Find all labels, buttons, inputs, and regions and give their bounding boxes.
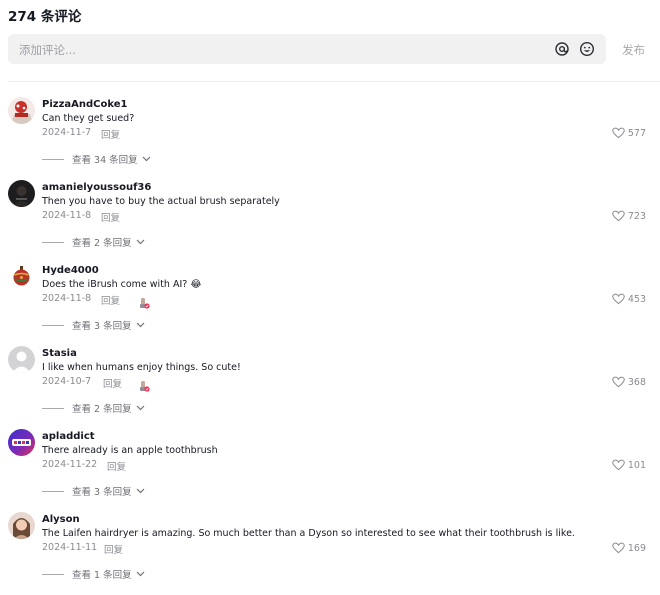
heart-icon <box>612 459 625 471</box>
view-replies-button[interactable]: 查看 3 条回复 <box>42 318 145 332</box>
like-count: 101 <box>627 459 646 471</box>
comment-text: I like when humans enjoy things. So cute… <box>42 362 241 373</box>
view-replies-button[interactable]: 查看 1 条回复 <box>42 567 145 581</box>
comment-text: Does the iBrush come with AI? 😂 <box>42 279 202 290</box>
creator-liked-badge-icon <box>138 377 150 392</box>
comment-date: 2024-11-7 <box>42 127 92 138</box>
divider-dash <box>42 407 64 409</box>
comment-date: 2024-11-22 <box>42 459 98 470</box>
divider-dash <box>42 158 64 160</box>
comment-item: Stasia I like when humans enjoy things. … <box>0 346 660 429</box>
post-button[interactable]: 发布 <box>622 42 645 58</box>
heart-icon <box>612 376 625 388</box>
comment-username[interactable]: amanielyoussouf36 <box>42 182 151 193</box>
view-replies-button[interactable]: 查看 2 条回复 <box>42 235 145 249</box>
view-replies-label: 查看 3 条回复 <box>72 321 132 332</box>
chevron-down-icon <box>136 488 145 494</box>
avatar[interactable] <box>8 429 35 456</box>
comment-text: Then you have to buy the actual brush se… <box>42 196 280 207</box>
heart-icon <box>612 542 625 554</box>
comment-username[interactable]: Stasia <box>42 348 77 359</box>
comment-text: Can they get sued? <box>42 113 135 124</box>
divider-dash <box>42 573 64 575</box>
comment-input-placeholder[interactable]: 添加评论... <box>19 42 76 58</box>
view-replies-button[interactable]: 查看 2 条回复 <box>42 401 145 415</box>
avatar[interactable] <box>8 263 35 290</box>
at-icon[interactable] <box>554 41 570 57</box>
like-button[interactable]: 368 <box>612 375 646 389</box>
reply-button[interactable]: 回复 <box>101 127 120 141</box>
like-button[interactable]: 723 <box>612 209 646 223</box>
comment-item: apladdict There already is an apple toot… <box>0 429 660 512</box>
comment-item: Alyson The Laifen hairdryer is amazing. … <box>0 512 660 595</box>
divider <box>8 81 660 82</box>
comment-item: PizzaAndCoke1 Can they get sued? 2024-11… <box>0 97 660 180</box>
comments-count-title: 274 条评论 <box>8 9 82 25</box>
like-count: 169 <box>627 542 646 554</box>
reply-button[interactable]: 回复 <box>101 293 120 307</box>
comment-username[interactable]: Hyde4000 <box>42 265 99 276</box>
chevron-down-icon <box>142 156 151 162</box>
chevron-down-icon <box>136 239 145 245</box>
creator-liked-badge-icon <box>138 294 150 309</box>
like-button[interactable]: 101 <box>612 458 646 472</box>
divider-dash <box>42 324 64 326</box>
like-button[interactable]: 577 <box>612 126 646 140</box>
reply-button[interactable]: 回复 <box>104 542 123 556</box>
like-button[interactable]: 453 <box>612 292 646 306</box>
like-count: 577 <box>627 127 646 139</box>
comment-username[interactable]: apladdict <box>42 431 95 442</box>
view-replies-button[interactable]: 查看 34 条回复 <box>42 152 151 166</box>
emoji-icon[interactable] <box>579 41 595 57</box>
heart-icon <box>612 293 625 305</box>
view-replies-label: 查看 2 条回复 <box>72 404 132 415</box>
reply-button[interactable]: 回复 <box>101 210 120 224</box>
view-replies-label: 查看 3 条回复 <box>72 487 132 498</box>
comment-date: 2024-11-11 <box>42 542 98 553</box>
comment-text: The Laifen hairdryer is amazing. So much… <box>42 528 575 539</box>
avatar[interactable] <box>8 512 35 539</box>
view-replies-label: 查看 34 条回复 <box>72 155 138 166</box>
reply-button[interactable]: 回复 <box>103 376 122 390</box>
avatar[interactable] <box>8 180 35 207</box>
comment-item: Hyde4000 Does the iBrush come with AI? 😂… <box>0 263 660 346</box>
heart-icon <box>612 210 625 222</box>
like-count: 453 <box>627 293 646 305</box>
reply-button[interactable]: 回复 <box>107 459 126 473</box>
comment-username[interactable]: PizzaAndCoke1 <box>42 99 128 110</box>
view-replies-label: 查看 2 条回复 <box>72 238 132 249</box>
view-replies-label: 查看 1 条回复 <box>72 570 132 581</box>
divider-dash <box>42 241 64 243</box>
chevron-down-icon <box>136 571 145 577</box>
comment-item: amanielyoussouf36 Then you have to buy t… <box>0 180 660 263</box>
like-button[interactable]: 169 <box>612 541 646 555</box>
comment-date: 2024-11-8 <box>42 210 92 221</box>
avatar[interactable] <box>8 346 35 373</box>
comment-date: 2024-10-7 <box>42 376 92 387</box>
like-count: 368 <box>627 376 646 388</box>
comment-date: 2024-11-8 <box>42 293 92 304</box>
comment-input[interactable]: 添加评论... <box>8 34 606 64</box>
chevron-down-icon <box>136 405 145 411</box>
avatar[interactable] <box>8 97 35 124</box>
like-count: 723 <box>627 210 646 222</box>
comment-text: There already is an apple toothbrush <box>42 445 218 456</box>
view-replies-button[interactable]: 查看 3 条回复 <box>42 484 145 498</box>
comment-username[interactable]: Alyson <box>42 514 80 525</box>
divider-dash <box>42 490 64 492</box>
heart-icon <box>612 127 625 139</box>
chevron-down-icon <box>136 322 145 328</box>
